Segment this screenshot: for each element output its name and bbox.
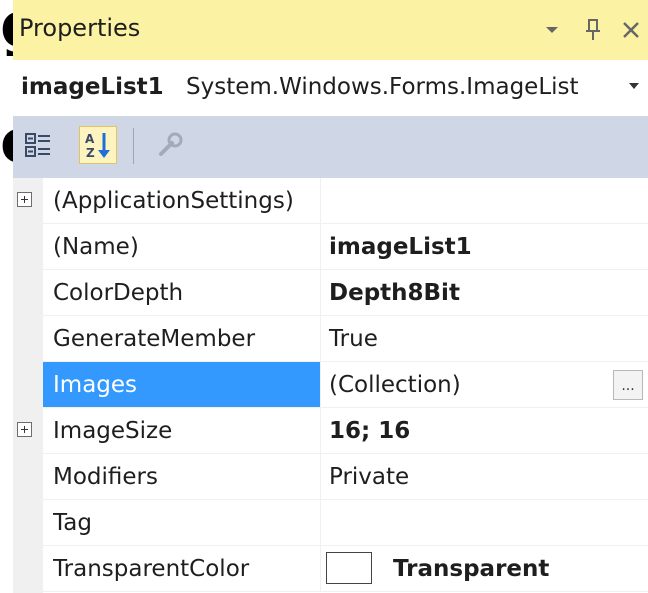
window-position-dropdown-button[interactable]: [537, 10, 567, 50]
property-value[interactable]: (Collection): [329, 362, 461, 408]
property-name: Images: [43, 362, 320, 408]
property-row[interactable]: ColorDepth Depth8Bit: [13, 270, 648, 316]
categorized-icon: [25, 133, 50, 157]
properties-toolbar: A Z: [13, 116, 648, 178]
panel-title: Properties: [19, 14, 141, 42]
object-selector[interactable]: imageList1 System.Windows.Forms.ImageLis…: [13, 60, 648, 116]
property-row[interactable]: (ApplicationSettings): [13, 178, 648, 224]
property-row[interactable]: TransparentColor Transparent: [13, 546, 648, 592]
collection-editor-button[interactable]: ...: [613, 370, 643, 400]
property-name: TransparentColor: [53, 556, 250, 582]
column-divider: [320, 408, 321, 454]
column-divider: [320, 500, 321, 546]
expand-icon[interactable]: [17, 192, 32, 207]
close-button[interactable]: [616, 10, 646, 50]
property-row-selected[interactable]: Images (Collection) ...: [13, 362, 648, 408]
column-divider: [320, 224, 321, 270]
column-divider: [320, 270, 321, 316]
chevron-down-icon: [546, 27, 558, 33]
object-type: System.Windows.Forms.ImageList: [186, 74, 579, 100]
column-divider: [320, 362, 321, 408]
property-row[interactable]: GenerateMember True: [13, 316, 648, 362]
column-divider: [320, 546, 321, 592]
sort-alphabetical-icon: A Z: [85, 132, 110, 160]
property-name: ImageSize: [53, 418, 173, 444]
wrench-icon: [159, 132, 183, 156]
column-divider: [320, 316, 321, 362]
property-row[interactable]: (Name) imageList1: [13, 224, 648, 270]
close-icon: [623, 22, 639, 38]
property-name: (ApplicationSettings): [53, 188, 294, 214]
toolbar-separator: [133, 128, 134, 164]
object-name: imageList1: [21, 74, 164, 100]
property-grid: (ApplicationSettings) (Name) imageList1 …: [13, 178, 648, 593]
property-name: ColorDepth: [53, 280, 184, 306]
row-divider: [43, 591, 648, 592]
expand-icon[interactable]: [17, 422, 32, 437]
pin-icon: [586, 19, 600, 40]
column-divider: [320, 178, 321, 224]
property-row[interactable]: Modifiers Private: [13, 454, 648, 500]
property-row[interactable]: Tag: [13, 500, 648, 546]
categorized-view-button[interactable]: [19, 126, 57, 164]
property-value[interactable]: 16; 16: [329, 408, 410, 454]
property-name: (Name): [53, 234, 139, 260]
property-row[interactable]: ImageSize 16; 16: [13, 408, 648, 454]
chevron-down-icon: [629, 83, 639, 89]
alphabetical-view-button[interactable]: A Z: [79, 126, 117, 164]
color-swatch: [326, 552, 372, 584]
property-name: Modifiers: [53, 464, 158, 490]
property-pages-button[interactable]: [151, 126, 189, 164]
property-value[interactable]: True: [329, 316, 378, 362]
background-glyph: c: [0, 112, 14, 172]
property-name: Tag: [53, 510, 92, 536]
property-value[interactable]: Transparent: [393, 546, 549, 592]
property-value[interactable]: Depth8Bit: [329, 270, 460, 316]
svg-text:A: A: [85, 132, 95, 146]
panel-title-bar: Properties: [13, 0, 648, 60]
properties-panel: Properties imageList1 System.Windows.For…: [13, 0, 648, 593]
property-name: GenerateMember: [53, 326, 256, 352]
property-value[interactable]: imageList1: [329, 224, 472, 270]
svg-text:Z: Z: [86, 146, 95, 160]
column-divider: [320, 454, 321, 500]
pin-button[interactable]: [578, 10, 608, 50]
property-value[interactable]: Private: [329, 454, 409, 500]
background-glyph: g: [0, 0, 14, 56]
